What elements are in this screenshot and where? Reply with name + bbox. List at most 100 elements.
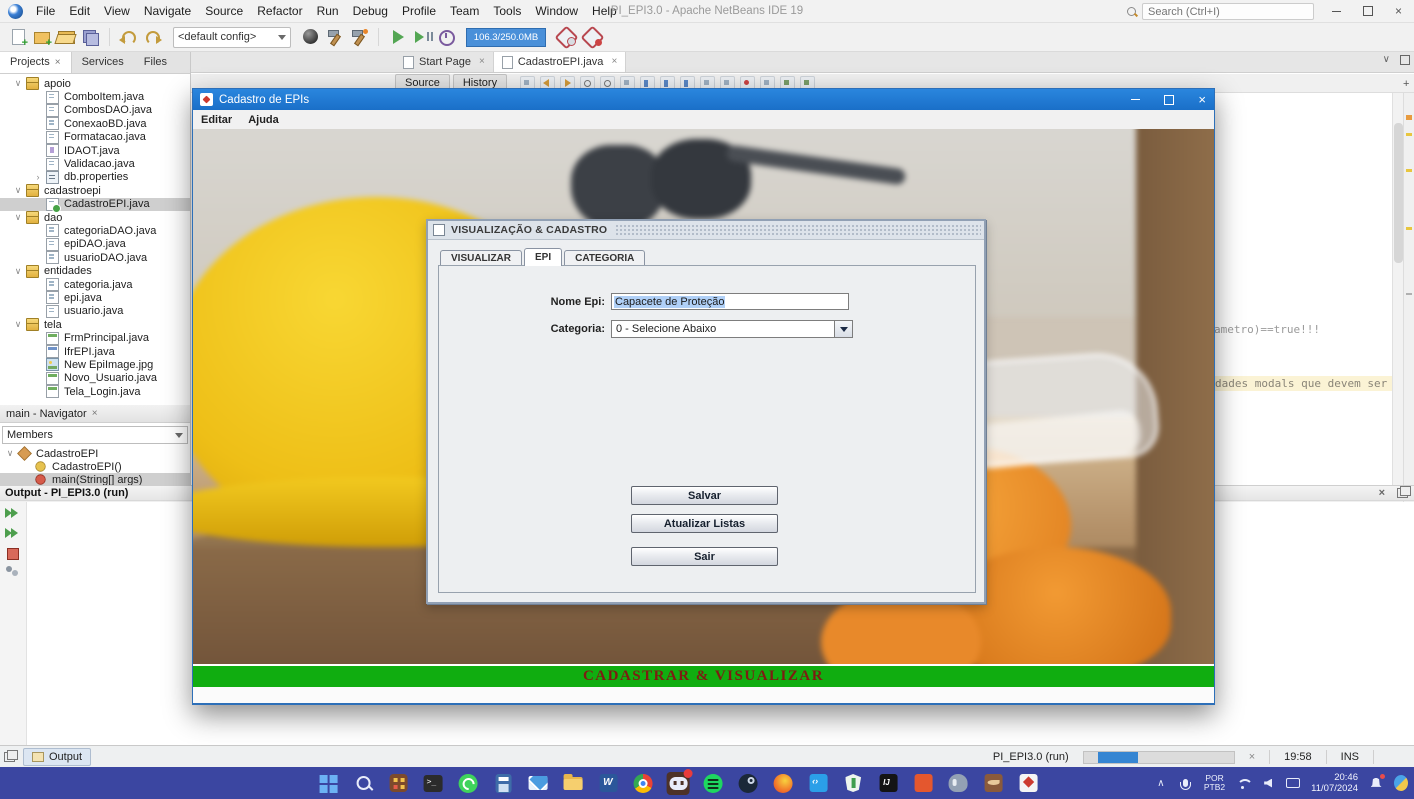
toolbar-open-project[interactable] (56, 27, 76, 47)
taskbar-whatsapp[interactable] (457, 772, 480, 795)
tree-item-epi-java[interactable]: epi.java (0, 291, 190, 304)
tree-item-categoriadao-java[interactable]: categoriaDAO.java (0, 224, 190, 237)
toolbar-clean-build[interactable] (349, 27, 369, 47)
tree-item-comboitem-java[interactable]: ComboItem.java (0, 90, 190, 103)
taskbar-search[interactable] (352, 772, 375, 795)
language-indicator[interactable]: POR PTB2 (1204, 774, 1225, 792)
taskbar-terminal[interactable] (422, 772, 445, 795)
navigator-header[interactable]: main - Navigator × (0, 405, 190, 423)
taskbar-calculator[interactable] (492, 772, 515, 795)
restore-group-icon[interactable] (4, 752, 15, 762)
app-menu-editar[interactable]: Editar (201, 114, 232, 126)
touchpad-icon[interactable] (1286, 776, 1300, 790)
toolbar-heap[interactable] (582, 27, 602, 47)
maximize-editor-icon[interactable] (1400, 55, 1410, 65)
taskbar-mysql[interactable] (982, 772, 1005, 795)
taskbar-vscode[interactable] (807, 772, 830, 795)
internal-frame-titlebar[interactable]: VISUALIZAÇÃO & CADASTRO (428, 221, 984, 240)
toolbar-set-config[interactable] (301, 27, 321, 47)
close-icon[interactable]: × (1379, 487, 1385, 499)
member-cadastroepi[interactable]: CadastroEPI() (0, 460, 190, 473)
taskbar-word[interactable] (597, 772, 620, 795)
taskbar-spotify[interactable] (702, 772, 725, 795)
tree-item-epidao-java[interactable]: epiDAO.java (0, 238, 190, 251)
search-input[interactable] (1142, 3, 1314, 20)
menu-tools[interactable]: Tools (486, 0, 528, 22)
menu-window[interactable]: Window (528, 0, 585, 22)
minimized-output-tab[interactable]: Output (23, 748, 91, 766)
chevron-down-icon[interactable]: ∨ (1383, 54, 1390, 65)
frame-icon[interactable] (433, 224, 445, 236)
tree-item-apoio[interactable]: ∨ apoio (0, 77, 190, 90)
close-icon[interactable]: × (1198, 89, 1206, 110)
taskbar-mail[interactable] (527, 772, 550, 795)
expander-icon[interactable]: › (32, 172, 44, 182)
stop-icon[interactable] (5, 546, 21, 560)
tree-item-tela-login-java[interactable]: Tela_Login.java (0, 385, 190, 398)
taskbar-steam[interactable] (737, 772, 760, 795)
tree-item-idaot-java[interactable]: IDAOT.java (0, 144, 190, 157)
tree-item-usuario-java[interactable]: usuario.java (0, 305, 190, 318)
microphone-icon[interactable] (1179, 776, 1193, 790)
notifications-icon[interactable] (1369, 776, 1383, 790)
taskbar-chrome[interactable] (632, 772, 655, 795)
minimize-icon[interactable] (1131, 99, 1140, 100)
rerun-icon[interactable] (5, 506, 21, 520)
menu-debug[interactable]: Debug (346, 0, 395, 22)
panel-tab-projects[interactable]: Projects (0, 52, 72, 73)
toolbar-profile[interactable] (436, 27, 456, 47)
toolbar-save-all[interactable] (80, 27, 100, 47)
salvar-button[interactable]: Salvar (631, 486, 778, 505)
taskbar-postgresql[interactable] (947, 772, 970, 795)
editor-tab-cadastroepi-java[interactable]: CadastroEPI.java (494, 52, 626, 72)
sair-button[interactable]: Sair (631, 547, 778, 566)
tree-item-novo-usuario-java[interactable]: Novo_Usuario.java (0, 372, 190, 385)
menu-view[interactable]: View (97, 0, 137, 22)
close-button[interactable]: × (1383, 0, 1414, 22)
toolbar-gc[interactable] (556, 27, 576, 47)
tab-visualizar[interactable]: VISUALIZAR (440, 250, 522, 266)
editor-pin-icon[interactable]: + (1403, 80, 1411, 88)
expander-icon[interactable]: ∨ (12, 319, 24, 330)
atualizar-listas-button[interactable]: Atualizar Listas (631, 514, 778, 533)
tab-epi[interactable]: EPI (524, 248, 562, 266)
menu-source[interactable]: Source (198, 0, 250, 22)
members-combo[interactable]: Members (2, 426, 188, 444)
tree-item-frmprincipal-java[interactable]: FrmPrincipal.java (0, 331, 190, 344)
taskbar-firefox[interactable] (772, 772, 795, 795)
menu-run[interactable]: Run (310, 0, 346, 22)
tree-item-combosdao-java[interactable]: CombosDAO.java (0, 104, 190, 117)
menu-navigate[interactable]: Navigate (137, 0, 198, 22)
weather-widget-icon[interactable] (1394, 776, 1408, 790)
member-cadastroepi[interactable]: ∨ CadastroEPI (0, 447, 190, 460)
tree-item-new-epiimage-jpg[interactable]: New EpiImage.jpg (0, 358, 190, 371)
menu-refactor[interactable]: Refactor (250, 0, 309, 22)
toolbar-build[interactable] (325, 27, 345, 47)
maximize-icon[interactable] (1164, 95, 1174, 105)
tree-item-validacao-java[interactable]: Validacao.java (0, 157, 190, 170)
tree-item-tela[interactable]: ∨ tela (0, 318, 190, 331)
taskbar-authenticator[interactable] (387, 772, 410, 795)
app-menu-ajuda[interactable]: Ajuda (248, 114, 279, 126)
tray-expand-icon[interactable]: ∧ (1154, 776, 1168, 790)
taskbar-start[interactable] (317, 772, 340, 795)
minimize-button[interactable] (1321, 0, 1352, 22)
expander-icon[interactable]: ∨ (12, 266, 24, 277)
taskbar-explorer[interactable] (562, 772, 585, 795)
maximize-button[interactable] (1352, 0, 1383, 22)
config-select[interactable]: <default config> (173, 27, 291, 48)
taskbar-redapp[interactable] (912, 772, 935, 795)
rerun-debug-icon[interactable] (5, 526, 21, 540)
tree-item-cadastroepi-java[interactable]: CadastroEPI.java (0, 198, 190, 211)
tree-item-usuariodao-java[interactable]: usuarioDAO.java (0, 251, 190, 264)
tree-item-conexaobd-java[interactable]: ConexaoBD.java (0, 117, 190, 130)
tree-item-ifrepi-java[interactable]: IfrEPI.java (0, 345, 190, 358)
output-settings-icon[interactable] (5, 564, 21, 578)
expander-icon[interactable]: ∨ (12, 78, 24, 89)
app-titlebar[interactable]: Cadastro de EPIs × (193, 89, 1214, 110)
taskbar-discord[interactable] (667, 772, 690, 795)
wifi-icon[interactable] (1236, 776, 1250, 790)
tab-categoria[interactable]: CATEGORIA (564, 250, 645, 266)
menu-edit[interactable]: Edit (62, 0, 97, 22)
toolbar-run[interactable] (388, 27, 408, 47)
